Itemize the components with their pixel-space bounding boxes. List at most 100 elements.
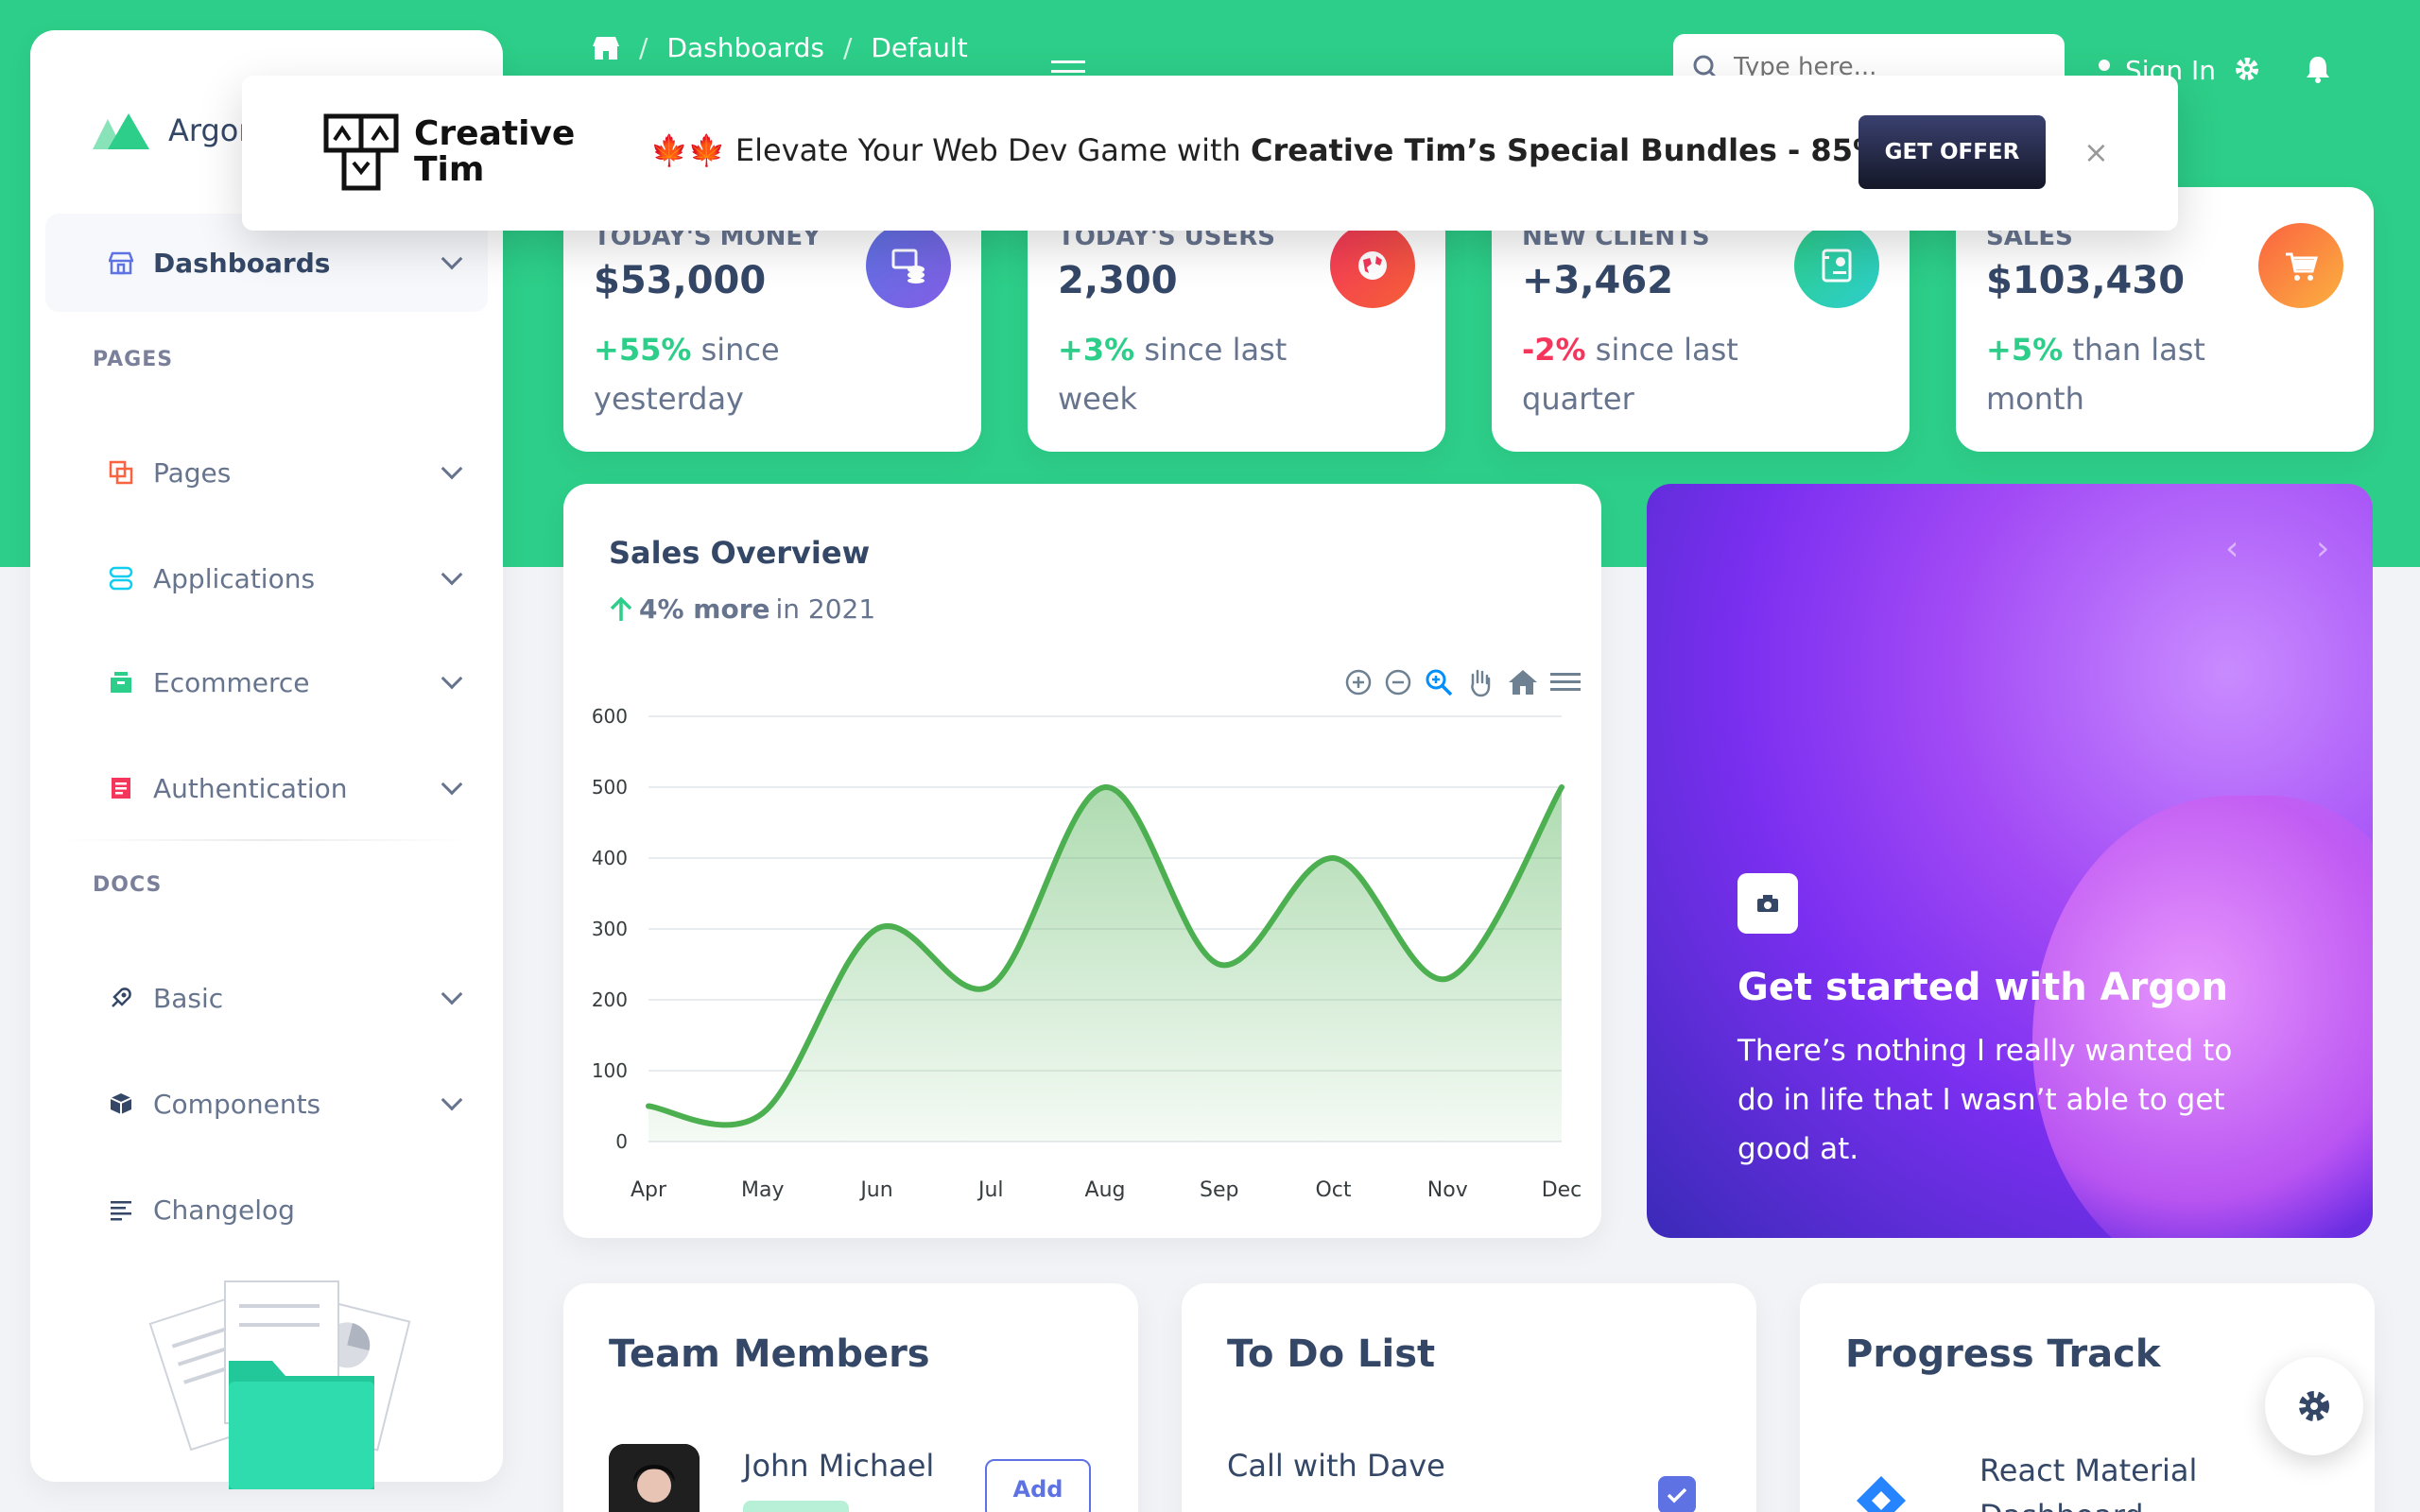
stat-value: $53,000 xyxy=(594,259,767,302)
banner-text: Elevate Your Web Dev Game with xyxy=(735,132,1251,168)
sidebar-item-ecommerce[interactable]: Ecommerce xyxy=(45,633,488,731)
creative-tim-wordmark: Creative Tim xyxy=(414,116,575,188)
breadcrumb-dashboards[interactable]: Dashboards xyxy=(666,32,824,63)
breadcrumb-separator: / xyxy=(842,32,853,63)
sidebar-item-label: Ecommerce xyxy=(153,666,310,698)
sidebar: Argon Dashboards PAGES Pages Application… xyxy=(30,30,503,1489)
configurator-button[interactable] xyxy=(2265,1357,2363,1455)
cart-icon xyxy=(2258,223,2343,308)
stat-description: -2% since last quarter xyxy=(1522,325,1787,423)
argon-logo-icon xyxy=(93,113,149,149)
carousel-title: Get started with Argon xyxy=(1737,966,2228,1009)
team-members-title: Team Members xyxy=(609,1332,930,1376)
chevron-down-icon xyxy=(441,563,463,586)
stat-description: +3% since last week xyxy=(1058,325,1322,423)
y-tick-label: 100 xyxy=(592,1059,628,1082)
gear-icon xyxy=(2299,1391,2329,1421)
x-tick-label: Sep xyxy=(1200,1178,1238,1202)
x-tick-label: Jun xyxy=(858,1178,892,1202)
documentation-folder-illustration xyxy=(148,1280,411,1489)
add-member-button[interactable]: Add xyxy=(985,1459,1091,1512)
y-tick-label: 0 xyxy=(615,1130,628,1153)
stat-change: -2% xyxy=(1522,332,1586,368)
sidebar-item-applications[interactable]: Applications xyxy=(45,529,488,627)
document-icon xyxy=(108,775,134,801)
chevron-down-icon xyxy=(441,773,463,796)
sidebar-item-basic[interactable]: Basic xyxy=(45,949,488,1047)
y-tick-label: 200 xyxy=(592,988,628,1011)
chevron-down-icon xyxy=(441,457,463,480)
carousel-next-button[interactable]: › xyxy=(2316,529,2329,568)
x-tick-label: Apr xyxy=(631,1178,667,1202)
sidebar-item-label: Authentication xyxy=(153,772,348,804)
sidebar-item-label: Changelog xyxy=(153,1194,295,1226)
align-left-icon xyxy=(108,1196,134,1223)
progress-track-title: Progress Track xyxy=(1845,1332,2161,1376)
carousel-text: There’s nothing I really wanted to do in… xyxy=(1737,1034,2233,1166)
x-tick-label: Aug xyxy=(1085,1178,1126,1202)
todo-list-card: To Do List Call with Dave xyxy=(1182,1283,1756,1512)
pages-heading: PAGES xyxy=(93,348,174,371)
sidebar-item-label: Basic xyxy=(153,982,224,1014)
logo-line-1: Creative xyxy=(414,114,576,153)
copy-icon xyxy=(108,459,134,486)
stat-value: +3,462 xyxy=(1522,259,1674,302)
money-coins-icon xyxy=(866,223,951,308)
check-icon xyxy=(1667,1487,1687,1503)
sidebar-item-changelog[interactable]: Changelog xyxy=(45,1160,488,1259)
hero-carousel: ‹ › Get started with Argon There’s nothi… xyxy=(1647,484,2373,1238)
sidebar-item-pages[interactable]: Pages xyxy=(45,423,488,522)
world-icon xyxy=(1330,223,1415,308)
hamburger-icon xyxy=(1051,70,1085,73)
x-tick-label: Nov xyxy=(1427,1178,1468,1202)
x-tick-label: Oct xyxy=(1315,1178,1351,1202)
y-tick-label: 500 xyxy=(592,776,628,799)
sidebar-divider xyxy=(60,839,473,841)
stat-value: 2,300 xyxy=(1058,259,1178,302)
todo-item: Call with Dave xyxy=(1227,1448,1445,1484)
avatar xyxy=(609,1444,700,1512)
chevron-down-icon xyxy=(441,667,463,690)
stat-description: +55% since yesterday xyxy=(594,325,858,423)
shop-icon xyxy=(108,249,134,276)
carousel-prev-button[interactable]: ‹ xyxy=(2225,529,2238,568)
stat-description: +5% than last month xyxy=(1986,325,2251,423)
y-tick-label: 600 xyxy=(592,705,628,728)
todo-list-title: To Do List xyxy=(1227,1332,1436,1376)
chevron-down-icon xyxy=(441,1089,463,1111)
stat-change: +3% xyxy=(1058,332,1135,368)
stat-change: +55% xyxy=(594,332,692,368)
jira-logo-icon xyxy=(1857,1476,1906,1512)
sales-overview-card: Sales Overview 4% more in 2021 0 100 200 30… xyxy=(563,484,1601,1238)
x-tick-label: Dec xyxy=(1542,1178,1582,1202)
stat-change: +5% xyxy=(1986,332,2064,368)
hamburger-icon xyxy=(1051,60,1085,63)
y-tick-label: 400 xyxy=(592,847,628,869)
box-icon xyxy=(108,1091,134,1117)
archive-icon xyxy=(108,669,134,696)
banner-text-bold: Creative Tim’s Special Bundles - 85% OFF xyxy=(1250,132,1962,168)
get-offer-button[interactable]: GET OFFER xyxy=(1858,115,2046,189)
shop-icon[interactable] xyxy=(592,35,620,61)
y-tick-label: 300 xyxy=(592,918,628,940)
bell-icon[interactable] xyxy=(2305,55,2331,83)
promo-banner: Creative Tim 🍁🍁 Elevate Your Web Dev Gam… xyxy=(242,76,2178,231)
x-tick-label: Jul xyxy=(977,1178,1004,1202)
creative-tim-logo[interactable]: Creative Tim xyxy=(323,113,575,191)
sidebar-item-label: Pages xyxy=(153,456,232,489)
maple-leaf-emoji: 🍁🍁 xyxy=(650,132,726,168)
brand[interactable]: Argon xyxy=(93,112,258,149)
gear-icon[interactable] xyxy=(2233,55,2261,83)
chevron-down-icon xyxy=(441,983,463,1005)
sidebar-item-label: Components xyxy=(153,1088,321,1120)
team-members-card: Team Members John Michael Add xyxy=(563,1283,1138,1512)
sidebar-item-label: Applications xyxy=(153,562,316,594)
sidebar-item-components[interactable]: Components xyxy=(45,1055,488,1153)
docs-heading: DOCS xyxy=(93,873,163,897)
close-icon[interactable]: × xyxy=(2083,134,2109,170)
apps-icon xyxy=(108,565,134,592)
sidebar-item-authentication[interactable]: Authentication xyxy=(45,739,488,837)
status-badge xyxy=(743,1501,849,1512)
sidebar-item-label: Dashboards xyxy=(153,247,331,279)
todo-checkbox[interactable] xyxy=(1658,1476,1696,1512)
